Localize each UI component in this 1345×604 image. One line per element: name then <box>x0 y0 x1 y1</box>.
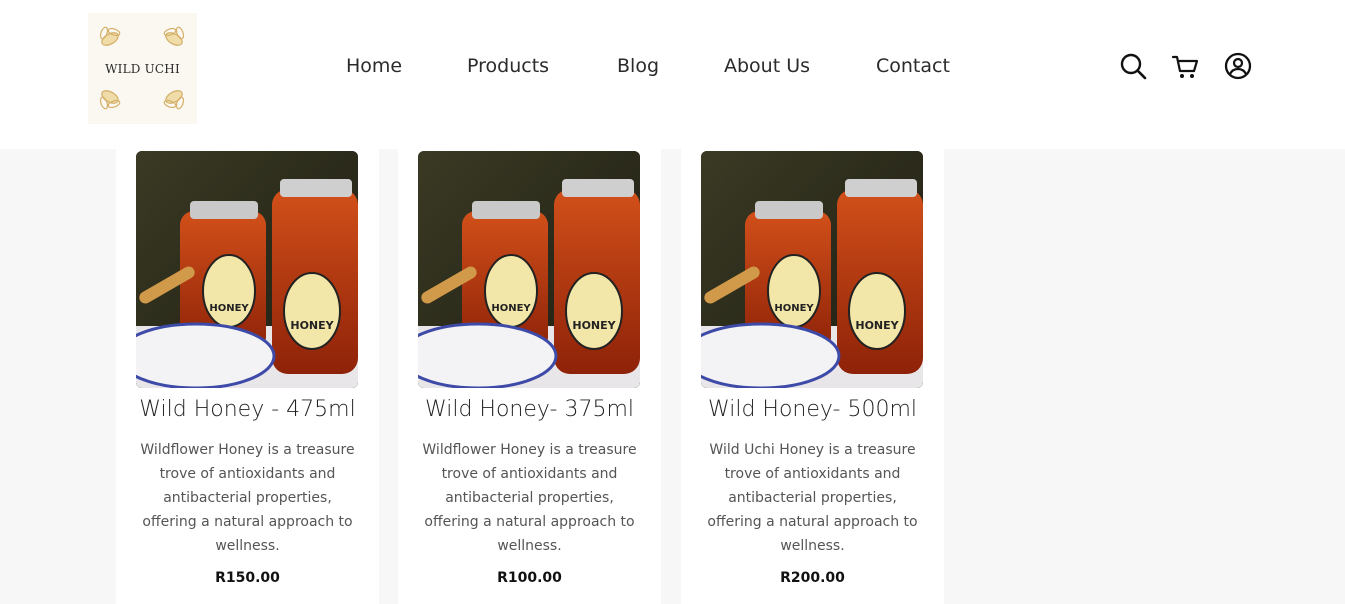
nav-home[interactable]: Home <box>346 55 402 77</box>
account-icon[interactable] <box>1222 50 1254 82</box>
nav-contact[interactable]: Contact <box>876 55 950 77</box>
product-description: Wild Uchi Honey is a treasure trove of a… <box>707 442 918 554</box>
product-price: R100.00 <box>497 570 562 586</box>
honey-label-text: HONEY <box>572 319 616 332</box>
honey-label-text: HONEY <box>855 319 899 332</box>
product-price: R150.00 <box>215 570 280 586</box>
product-title[interactable]: Wild Honey- 375ml <box>398 397 661 422</box>
product-title[interactable]: Wild Honey- 500ml <box>681 397 944 422</box>
product-description: Wildflower Honey is a treasure trove of … <box>422 442 637 554</box>
logo-text: WILD UCHI <box>105 62 180 76</box>
honey-label-text: HONEY <box>491 303 531 314</box>
product-card[interactable]: HONEY HONEY Wild Honey - 475ml Wildflowe… <box>116 149 379 604</box>
brand-logo[interactable]: WILD UCHI <box>88 13 197 124</box>
product-image[interactable]: HONEY HONEY <box>418 151 640 388</box>
product-image[interactable]: HONEY HONEY <box>136 151 358 388</box>
honey-label-text: HONEY <box>209 303 249 314</box>
product-card[interactable]: HONEY HONEY Wild Honey- 500ml Wild Uchi … <box>681 149 944 604</box>
product-title[interactable]: Wild Honey - 475ml <box>116 397 379 422</box>
nav-blog[interactable]: Blog <box>617 55 659 77</box>
nav-products[interactable]: Products <box>467 55 549 77</box>
product-card[interactable]: HONEY HONEY Wild Honey- 375ml Wildflower… <box>398 149 661 604</box>
product-image[interactable]: HONEY HONEY <box>701 151 923 388</box>
product-price: R200.00 <box>780 570 845 586</box>
product-description: Wildflower Honey is a treasure trove of … <box>140 442 355 554</box>
cart-icon[interactable] <box>1170 50 1202 82</box>
nav-about-us[interactable]: About Us <box>724 55 810 77</box>
search-icon[interactable] <box>1117 50 1149 82</box>
site-header: WILD UCHI Home Products Blog About Us Co… <box>0 0 1345 149</box>
honey-label-text: HONEY <box>290 319 334 332</box>
honey-label-text: HONEY <box>774 303 814 314</box>
